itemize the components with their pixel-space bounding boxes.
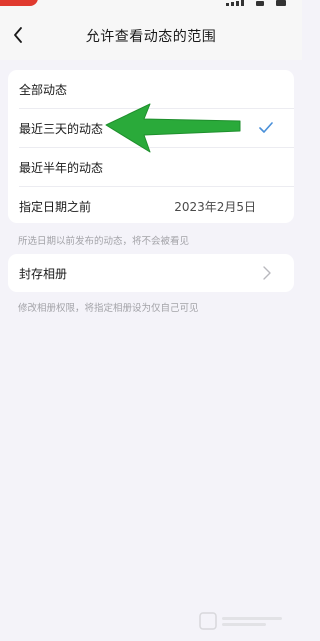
status-indicator xyxy=(0,0,38,6)
option-label: 全部动态 xyxy=(19,83,68,97)
status-bar xyxy=(0,0,302,10)
date-row-value: 2023年2月5日 xyxy=(174,200,256,214)
page-title: 允许查看动态的范围 xyxy=(85,29,217,45)
chevron-right-icon xyxy=(263,266,271,280)
nav-bar: 允许查看动态的范围 xyxy=(0,10,302,60)
option-label: 最近三天的动态 xyxy=(19,122,104,136)
album-hint: 修改相册权限，将指定相册设为仅自己可见 xyxy=(18,303,199,314)
archive-album-row[interactable]: 封存相册 xyxy=(8,254,294,292)
check-icon xyxy=(259,122,273,133)
album-label: 封存相册 xyxy=(19,267,68,281)
option-before-date[interactable]: 指定日期之前 2023年2月5日 xyxy=(8,187,294,223)
date-row-label: 指定日期之前 xyxy=(19,200,92,214)
archive-album-card: 封存相册 xyxy=(8,254,294,292)
green-arrow-icon xyxy=(105,103,241,153)
watermark-logo xyxy=(199,612,282,630)
option-label: 最近半年的动态 xyxy=(19,161,104,175)
visibility-hint: 所选日期以前发布的动态，将不会被看见 xyxy=(18,236,190,247)
signal-icon xyxy=(222,0,286,6)
